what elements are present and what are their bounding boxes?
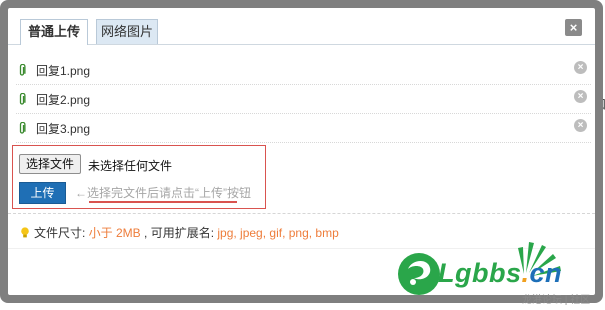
file-name: 回复2.png xyxy=(36,93,91,107)
file-item: 回复1.png × xyxy=(16,57,591,85)
size-label: 文件尺寸: xyxy=(34,226,89,240)
file-name: 回复1.png xyxy=(36,64,91,78)
file-item: 回复2.png × xyxy=(16,86,591,114)
upload-button[interactable]: 上传 xyxy=(19,182,66,204)
brand-dot: . xyxy=(521,258,530,288)
brand-cn: cn xyxy=(529,258,563,288)
brand-text: Lgbbs.cn xyxy=(438,258,562,289)
ext-value: jpg, jpeg, gif, png, bmp xyxy=(217,226,339,240)
paperclip-icon xyxy=(19,64,26,76)
file-item: 回复3.png × xyxy=(16,115,591,143)
choose-file-button[interactable]: 选择文件 xyxy=(19,154,82,174)
size-value: 小于 2MB xyxy=(88,226,141,240)
remove-file-icon[interactable]: × xyxy=(574,90,587,103)
file-name: 回复3.png xyxy=(36,122,91,136)
brand-main: Lgbbs xyxy=(438,258,522,288)
ext-label: , 可用扩展名: xyxy=(140,226,218,240)
lightbulb-icon xyxy=(21,227,29,238)
divider xyxy=(8,213,595,214)
paperclip-icon xyxy=(19,122,26,134)
hint-underline xyxy=(89,201,237,203)
paperclip-icon xyxy=(19,93,26,105)
remove-file-icon[interactable]: × xyxy=(574,61,587,74)
remove-file-icon[interactable]: × xyxy=(574,119,587,132)
file-constraints: 文件尺寸: 小于 2MB , 可用扩展名: jpg, jpeg, gif, pn… xyxy=(20,224,339,241)
brand-tagline: 龙港论坛 | 社区 xyxy=(522,295,591,306)
tab-normal-upload[interactable]: 普通上传 xyxy=(20,19,88,45)
upload-area: 选择文件 未选择任何文件 上传 ←选择完文件后请点击“上传”按钮 xyxy=(12,145,266,209)
tab-web-image[interactable]: 网络图片 xyxy=(96,19,158,44)
no-file-label: 未选择任何文件 xyxy=(88,159,173,173)
tab-bar: 普通上传 网络图片 × xyxy=(8,8,595,45)
watermark: Lgbbs.cn 龙港论坛 | 社区 xyxy=(396,234,596,306)
upload-hint: ←选择完文件后请点击“上传”按钮 xyxy=(75,186,251,200)
close-icon[interactable]: × xyxy=(565,19,582,36)
